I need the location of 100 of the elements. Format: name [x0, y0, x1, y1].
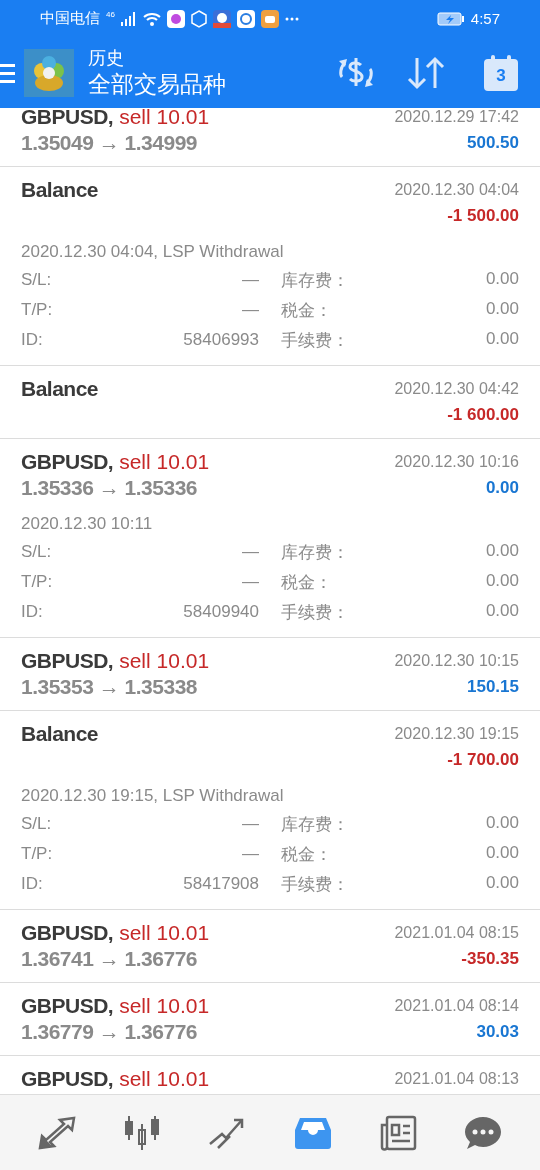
symbol-label: Balance [21, 722, 99, 746]
trade-side-label: sell 10.01 [119, 649, 210, 673]
detail-label: 库存费： [281, 541, 349, 564]
detail-value: 0.00 [485, 812, 519, 834]
detail-value: 58406993 [183, 330, 259, 350]
carrier-text: 中国电信 [40, 9, 100, 28]
detail-value: 0.00 [485, 570, 519, 592]
trade-entry[interactable]: GBPUSD, sell 10.01 2020.12.29 17:42 1.35049 → 1.34999 500.50 [0, 108, 540, 167]
symbol-label: GBPUSD, [21, 108, 114, 129]
trade-entry[interactable]: GBPUSD, sell 10.01 2021.01.04 08:15 1.36741 → 1.36776 -350.35 [0, 910, 540, 983]
symbol-label: GBPUSD, [21, 1067, 114, 1091]
time-label: 2020.12.30 10:16 [394, 453, 519, 471]
detail-value: — [242, 572, 259, 592]
circle-app-icon [236, 9, 255, 28]
detail-value: 58409940 [183, 602, 259, 622]
time-label: 2020.12.29 17:42 [394, 108, 519, 126]
sort-arrows-icon [407, 55, 445, 90]
time-label: 2020.12.30 19:15 [394, 725, 519, 743]
detail-label: T/P: [21, 844, 53, 864]
detail-label: T/P: [21, 300, 53, 320]
trade-entry[interactable]: GBPUSD, sell 10.01 2021.01.04 08:14 1.36779 → 1.36776 30.03 [0, 983, 540, 1056]
detail-label: 税金： [281, 843, 332, 866]
comment-text: 2020.12.30 10:11 [21, 513, 154, 535]
symbol-label: GBPUSD, [21, 994, 114, 1018]
trade-side-label: sell 10.01 [119, 108, 210, 129]
trade-side-label: sell 10.01 [119, 1067, 210, 1091]
price-change-label: 1.36741 → 1.36776 [21, 947, 197, 971]
detail-value: 0.00 [485, 540, 519, 562]
wifi-icon [142, 11, 161, 26]
inbox-icon [293, 1115, 332, 1150]
profit-label: -1 500.00 [447, 206, 519, 226]
symbol-label: Balance [21, 377, 99, 401]
profit-label: 30.03 [476, 1022, 519, 1042]
symbol-label: GBPUSD, [21, 649, 114, 673]
time-label: 2020.12.30 10:15 [394, 652, 519, 670]
cup-app-icon [260, 9, 279, 28]
symbol-label: Balance [21, 178, 99, 202]
detail-value: — [242, 542, 259, 562]
trade-side-label: sell 10.01 [119, 994, 210, 1018]
time-label: 2021.01.04 08:14 [394, 997, 519, 1015]
app-logo-icon [24, 48, 74, 97]
detail-label: T/P: [21, 572, 53, 592]
hexagon-icon [190, 9, 207, 28]
symbol-filter-title[interactable]: 全部交易品种 [88, 68, 308, 99]
balance-entry[interactable]: Balance 2020.12.30 04:42 -1 600.00 [0, 366, 540, 439]
detail-label: ID: [21, 874, 43, 894]
detail-label: 税金： [281, 571, 332, 594]
chat-bubble-icon [464, 1114, 503, 1151]
trade-side-label: sell 10.01 [119, 921, 210, 945]
trade-entry[interactable]: GBPUSD, sell 10.01 2020.12.30 10:15 1.35353 → 1.35338 150.15 [0, 638, 540, 711]
profit-label: -350.35 [461, 949, 519, 969]
detail-label: 手续费： [281, 873, 349, 896]
detail-value: 0.00 [485, 268, 519, 290]
detail-value: — [242, 844, 259, 864]
trade-entry[interactable]: GBPUSD, sell 10.01 2020.12.30 10:16 1.35336 → 1.35336 0.00 2020.12.30 10:11 S/L: — 库存费： 0.00 T/P: — 税金： 0.00 ID: 58409940 手续费： 0.00 [0, 439, 540, 638]
price-change-label: 1.35336 → 1.35336 [21, 476, 197, 500]
time-label: 2021.01.04 08:15 [394, 924, 519, 942]
price-change-label: 1.35049 → 1.34999 [21, 131, 197, 155]
symbol-label: GBPUSD, [21, 450, 114, 474]
time-label: 2020.12.30 04:04 [394, 181, 519, 199]
profit-label: 150.15 [467, 677, 519, 697]
more-dots-icon [284, 16, 299, 21]
detail-label: S/L: [21, 814, 52, 834]
battery-icon [436, 11, 465, 26]
balance-entry[interactable]: Balance 2020.12.30 19:15 -1 700.00 2020.12.30 19:15, LSP Withdrawal S/L: — 库存费： 0.00 T/P: — 税金： 0.00 ID: 58417908 手续费： 0.00 [0, 711, 540, 910]
profit-label: 500.50 [467, 133, 519, 153]
time-label: 2021.01.04 08:13 [394, 1070, 519, 1088]
detail-value: 0.00 [485, 328, 519, 350]
app-badge-icon [212, 9, 231, 28]
detail-value: — [242, 814, 259, 834]
price-change-label: 1.35353 → 1.35338 [21, 675, 197, 699]
detail-label: 库存费： [281, 269, 349, 292]
detail-label: ID: [21, 330, 43, 350]
newspaper-icon [378, 1114, 417, 1151]
trade-side-label: sell 10.01 [119, 450, 210, 474]
symbol-label: GBPUSD, [21, 921, 114, 945]
detail-label: S/L: [21, 270, 52, 290]
comment-text: 2020.12.30 19:15, LSP Withdrawal [21, 785, 285, 807]
menu-icon[interactable] [0, 61, 16, 84]
comment-text: 2020.12.30 04:04, LSP Withdrawal [21, 241, 285, 263]
profit-label: -1 700.00 [447, 750, 519, 770]
detail-value: 58417908 [183, 874, 259, 894]
detail-label: 手续费： [281, 329, 349, 352]
chat-app-icon [166, 9, 185, 28]
detail-value: 0.00 [485, 872, 519, 894]
balance-entry[interactable]: Balance 2020.12.30 04:04 -1 500.00 2020.12.30 04:04, LSP Withdrawal S/L: — 库存费： 0.00 T/P: — 税金： 0.00 ID: 58406993 手续费： 0.00 [0, 167, 540, 366]
network-type-text: 46 [106, 10, 115, 19]
detail-value: 0.00 [485, 298, 519, 320]
detail-label: ID: [21, 602, 43, 622]
detail-label: 库存费： [281, 813, 349, 836]
signal-icon [120, 11, 137, 26]
screen-title: 历史 [88, 46, 125, 69]
profit-label: 0.00 [485, 478, 519, 498]
candlestick-icon [123, 1113, 161, 1152]
detail-value: — [242, 300, 259, 320]
detail-value: 0.00 [485, 600, 519, 622]
detail-label: 税金： [281, 299, 332, 322]
clock-text: 4:57 [470, 10, 500, 27]
detail-value: — [242, 270, 259, 290]
price-change-label: 1.36779 → 1.36776 [21, 1020, 197, 1044]
